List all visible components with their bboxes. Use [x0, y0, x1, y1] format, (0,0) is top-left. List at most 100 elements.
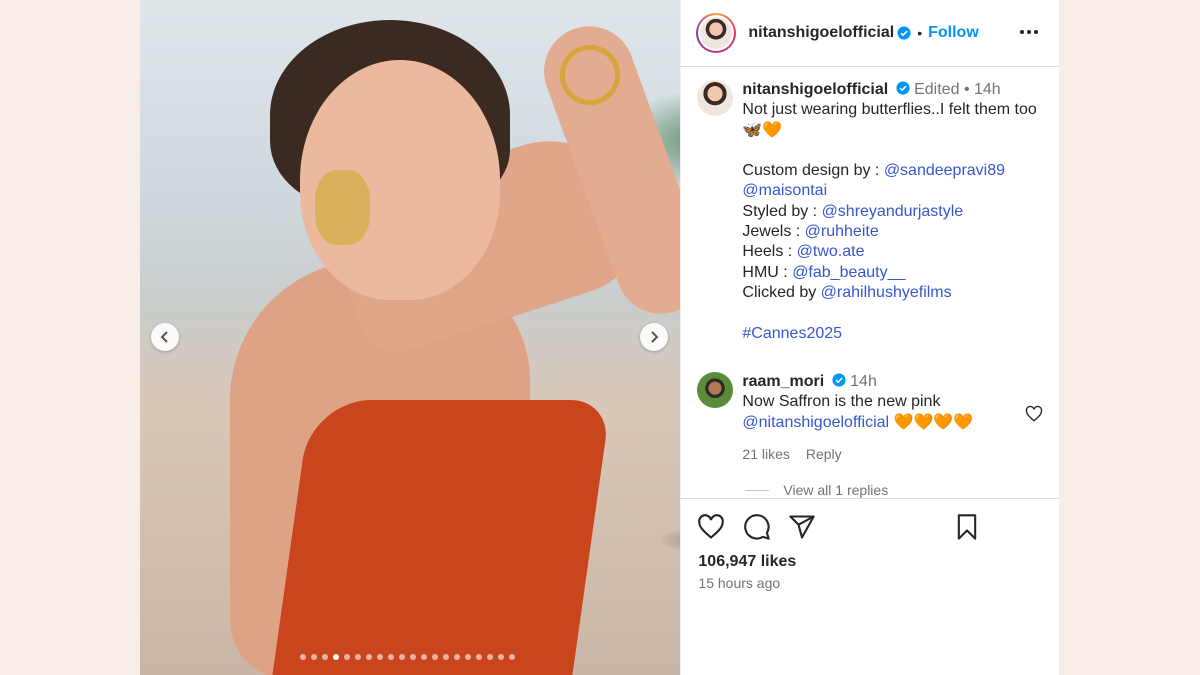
carousel-dot: [344, 654, 350, 660]
heart-icon[interactable]: [697, 513, 725, 541]
post-photo[interactable]: [140, 0, 681, 675]
verified-icon: [896, 81, 910, 95]
header-user: nitanshigoelofficial • Follow: [748, 24, 978, 42]
comment-meta: 21 likes Reply: [742, 444, 1042, 464]
caption-time: 14h: [974, 81, 1001, 98]
carousel-dot: [454, 654, 460, 660]
avatar-image: [700, 17, 733, 49]
carousel-dot: [443, 654, 449, 660]
actions-bar: 106,947 likes 15 hours ago: [681, 498, 1060, 591]
post-sidebar: nitanshigoelofficial • Follow nitanshigo…: [680, 0, 1060, 675]
credit-hmu: HMU : @fab_beauty__: [742, 263, 1042, 283]
carousel-dot: [399, 654, 405, 660]
reply-line: [745, 489, 770, 491]
mention-link[interactable]: @two.ate: [797, 243, 865, 260]
carousel-dots: [300, 654, 515, 660]
mention-link[interactable]: @fab_beauty__: [792, 264, 905, 281]
carousel-dot: [421, 654, 427, 660]
carousel-dot: [509, 654, 515, 660]
comment-text: Now Saffron is the new pink: [742, 393, 941, 411]
comments-list[interactable]: nitanshigoelofficial Edited • 14h Not ju…: [681, 67, 1059, 498]
comment-icon[interactable]: [743, 513, 771, 541]
photo-shape: [268, 400, 612, 675]
action-icons: [697, 513, 997, 547]
mention-link[interactable]: @ruhheite: [805, 223, 879, 240]
caption-row: nitanshigoelofficial Edited • 14h Not ju…: [697, 80, 1042, 344]
verified-icon: [832, 373, 846, 387]
carousel-dot: [388, 654, 394, 660]
post-header: nitanshigoelofficial • Follow: [681, 0, 1059, 67]
caption-body: nitanshigoelofficial Edited • 14h Not ju…: [742, 80, 1042, 344]
carousel-next-button[interactable]: [640, 323, 668, 351]
credit-clicked: Clicked by @rahilhushyefilms: [742, 283, 1042, 303]
comment-mention-line: @nitanshigoelofficial 🧡🧡🧡🧡: [742, 413, 1042, 433]
carousel-dot: [300, 654, 306, 660]
photo-shape: [315, 170, 370, 245]
comment-row: raam_mori 14h Now Saffron is the new pin…: [697, 372, 1042, 464]
chevron-right-icon: [651, 331, 659, 343]
carousel-dot: [487, 654, 493, 660]
carousel-dot: [377, 654, 383, 660]
carousel-dot: [476, 654, 482, 660]
credit-custom-design-2: @maisontai: [742, 181, 1042, 201]
mention-link[interactable]: @shreyandurjastyle: [822, 203, 964, 220]
comment-emojis: 🧡🧡🧡🧡: [893, 413, 974, 431]
avatar-inner: [698, 15, 735, 51]
header-username[interactable]: nitanshigoelofficial: [748, 24, 894, 42]
view-replies-button[interactable]: View all 1 replies: [745, 482, 888, 498]
post-card: nitanshigoelofficial • Follow nitanshigo…: [140, 0, 1060, 675]
comment-likes[interactable]: 21 likes: [742, 446, 789, 462]
chevron-left-icon: [160, 331, 168, 343]
avatar[interactable]: [696, 13, 737, 53]
comment-username[interactable]: raam_mori: [742, 373, 824, 390]
mention-link[interactable]: @sandeepravi89: [884, 162, 1005, 179]
edited-label: Edited: [914, 81, 960, 98]
carousel-dot: [432, 654, 438, 660]
caption-hashtag: #Cannes2025: [742, 324, 1042, 344]
credit-label: HMU :: [742, 263, 788, 281]
caption-line: Not just wearing butterflies..I felt the…: [742, 101, 1037, 119]
credit-heels: Heels : @two.ate: [742, 242, 1042, 262]
credit-styled: Styled by : @shreyandurjastyle: [742, 202, 1042, 222]
credit-custom-design: Custom design by : @sandeepravi89: [742, 161, 1042, 181]
view-replies-label: View all 1 replies: [783, 482, 889, 498]
likes-count[interactable]: 106,947 likes: [698, 553, 796, 571]
reply-button[interactable]: Reply: [806, 446, 842, 462]
caption-emojis: 🦋🧡: [742, 121, 783, 139]
comment-body: raam_mori 14h Now Saffron is the new pin…: [742, 372, 1042, 464]
carousel-dot: [465, 654, 471, 660]
caption-separator: •: [963, 81, 970, 98]
comment-time: 14h: [850, 373, 877, 390]
hashtag-link[interactable]: #Cannes2025: [742, 325, 842, 342]
carousel-dot: [366, 654, 372, 660]
post-time: 15 hours ago: [698, 575, 781, 591]
carousel-dot: [322, 654, 328, 660]
bookmark-icon[interactable]: [953, 513, 981, 541]
carousel-dot: [333, 654, 339, 660]
carousel-dot: [355, 654, 361, 660]
carousel-dot: [410, 654, 416, 660]
credit-label: Custom design by :: [742, 162, 880, 180]
avatar[interactable]: [697, 80, 734, 116]
credit-label: Styled by :: [742, 202, 818, 220]
caption-header: nitanshigoelofficial Edited • 14h: [742, 80, 1042, 100]
verified-icon: [897, 26, 911, 40]
caption-username[interactable]: nitanshigoelofficial: [742, 81, 888, 98]
share-icon[interactable]: [788, 513, 816, 541]
credit-label: Jewels :: [742, 223, 801, 241]
comment-header: raam_mori 14h: [742, 372, 1042, 392]
follow-button[interactable]: Follow: [928, 24, 979, 42]
comment-like-icon[interactable]: [1025, 405, 1043, 423]
carousel-dot: [311, 654, 317, 660]
mention-link[interactable]: @nitanshigoelofficial: [742, 414, 889, 431]
photo-shape: [560, 45, 620, 105]
more-icon[interactable]: [1019, 22, 1039, 42]
mention-link[interactable]: @maisontai: [742, 182, 827, 199]
carousel-dot: [498, 654, 504, 660]
credit-jewels: Jewels : @ruhheite: [742, 222, 1042, 242]
mention-link[interactable]: @rahilhushyefilms: [821, 284, 952, 301]
carousel-prev-button[interactable]: [151, 323, 179, 351]
avatar[interactable]: [697, 372, 734, 408]
